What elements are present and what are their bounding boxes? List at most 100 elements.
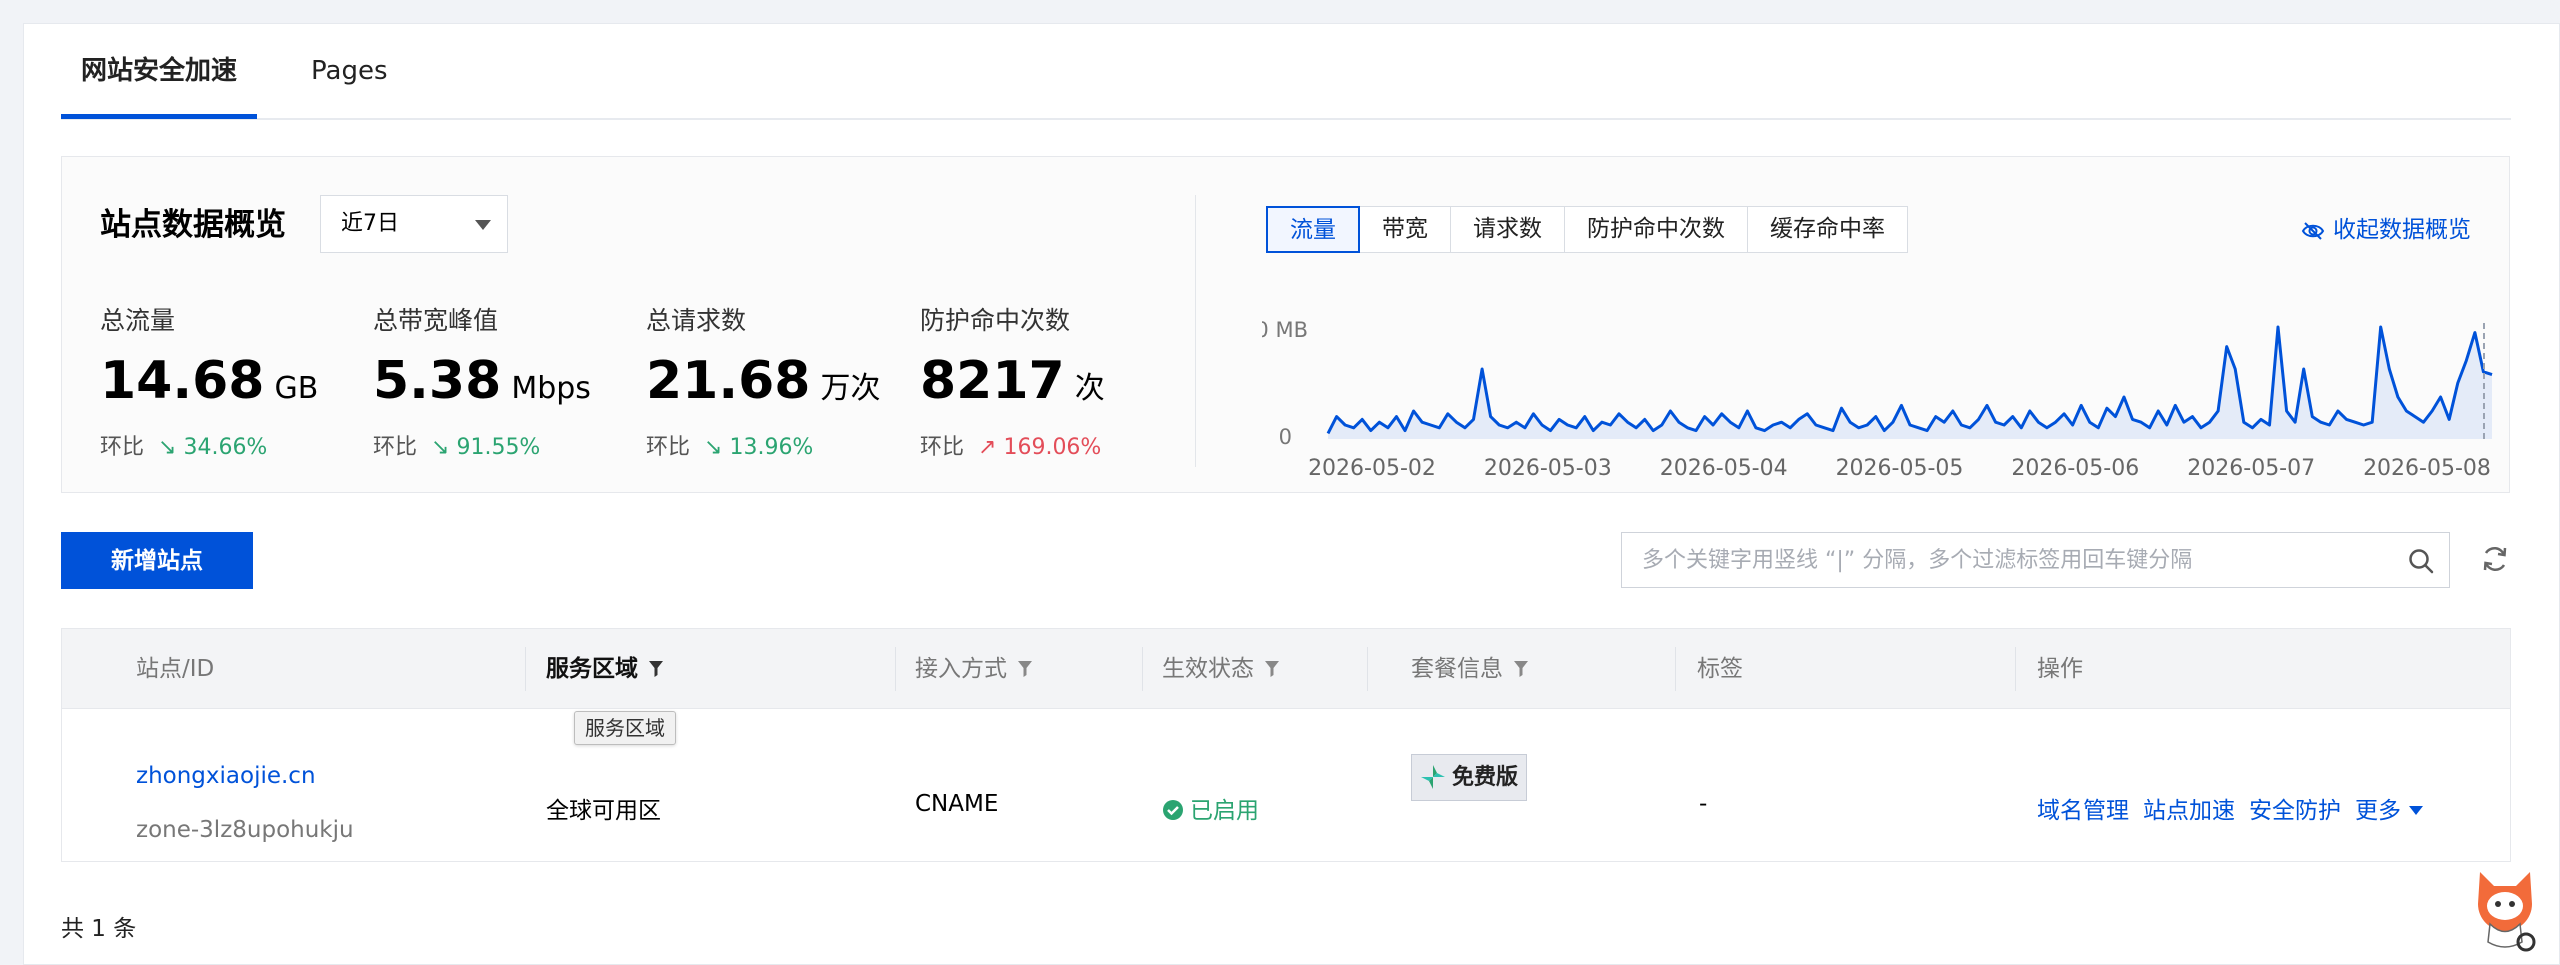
plan-badge: 免费版	[1411, 754, 1528, 801]
chart-tab-cache-hit-rate[interactable]: 缓存命中率	[1748, 206, 1908, 253]
metric-label: 总请求数	[646, 306, 747, 335]
filter-icon[interactable]	[648, 660, 664, 678]
access-method: CNAME	[915, 791, 999, 817]
metric-label: 总带宽峰值	[373, 306, 499, 335]
filter-icon[interactable]	[1017, 660, 1033, 678]
security-protection-link[interactable]: 安全防护	[2249, 791, 2341, 825]
metric-value: 21.68	[646, 351, 811, 411]
site-table: 站点/ID 服务区域 接入方式 生效状态 套餐信息 标签 操作 服务区域 zho…	[61, 628, 2511, 862]
search-input[interactable]	[1622, 533, 2449, 587]
domain-management-link[interactable]: 域名管理	[2037, 791, 2129, 825]
check-circle-icon	[1163, 800, 1183, 820]
metric-peak-bandwidth: 总带宽峰值 5.38 Mbps 环比 ↘ 91.55%	[373, 305, 591, 463]
metric-value: 14.68	[100, 351, 265, 411]
service-region: 全球可用区	[546, 798, 661, 824]
ratio-label: 环比	[920, 435, 965, 460]
traffic-series-line	[1326, 325, 2493, 435]
column-separator	[2015, 647, 2016, 691]
more-label: 更多	[2355, 798, 2401, 824]
metric-unit: Mbps	[511, 371, 591, 406]
tab-website-security[interactable]: 网站安全加速	[81, 52, 237, 118]
overview-title: 站点数据概览	[100, 207, 286, 243]
table-header: 站点/ID 服务区域 接入方式 生效状态 套餐信息 标签 操作	[62, 629, 2510, 709]
site-name-link[interactable]: zhongxiaojie.cn	[136, 763, 316, 789]
arrow-down-right-icon: ↘	[431, 435, 450, 460]
ratio-value: 13.96%	[729, 435, 814, 460]
column-separator	[1675, 647, 1676, 691]
top-tabs: 网站安全加速 Pages	[61, 24, 2511, 120]
overview-divider	[1195, 195, 1196, 467]
arrow-up-right-icon: ↗	[978, 435, 997, 460]
tab-pages[interactable]: Pages	[311, 52, 388, 118]
metric-value: 8217	[920, 351, 1065, 411]
active-tab-indicator	[61, 114, 257, 119]
ratio-label: 环比	[100, 435, 145, 460]
ratio-label: 环比	[646, 435, 691, 460]
chart-tab-protection-hits[interactable]: 防护命中次数	[1565, 206, 1748, 253]
assistant-mascot-icon[interactable]	[2470, 864, 2540, 954]
ratio-value: 169.06%	[1003, 435, 1102, 460]
region-tooltip: 服务区域	[574, 711, 676, 745]
x-tick-label: 2026-05-05	[1836, 456, 1964, 481]
y-tick-zero: 0	[1279, 425, 1292, 449]
caret-down-icon	[475, 220, 491, 230]
search-box	[1621, 532, 2450, 588]
arrow-down-right-icon: ↘	[158, 435, 177, 460]
chart-tab-bandwidth[interactable]: 带宽	[1360, 206, 1451, 253]
tag-value: -	[1699, 791, 1708, 817]
collapse-overview-link[interactable]: 收起数据概览	[2301, 215, 2471, 245]
time-range-select[interactable]: 近7日	[320, 195, 508, 253]
filter-icon[interactable]	[1513, 660, 1529, 678]
ratio-value: 34.66%	[183, 435, 268, 460]
ratio-value: 91.55%	[456, 435, 541, 460]
filter-icon[interactable]	[1264, 660, 1280, 678]
column-header-region[interactable]: 服务区域	[546, 629, 664, 709]
zone-id: zone-3lz8upohukju	[136, 817, 354, 843]
total-count: 共 1 条	[61, 916, 137, 942]
column-header-label: 接入方式	[915, 656, 1007, 682]
time-range-value: 近7日	[341, 211, 399, 236]
traffic-chart: 400 MB 0 2026-05-02 2026-05-03 2026-05-04 2…	[1262, 318, 2493, 481]
column-separator	[1367, 647, 1368, 691]
metric-unit: GB	[274, 371, 319, 406]
eye-off-icon	[2301, 222, 2325, 240]
column-header-tags: 标签	[1697, 656, 1743, 682]
column-separator	[1142, 647, 1143, 691]
arrow-down-right-icon: ↘	[704, 435, 723, 460]
refresh-icon[interactable]	[2480, 544, 2510, 574]
column-header-label: 生效状态	[1162, 656, 1254, 682]
add-site-button[interactable]: 新增站点	[61, 532, 253, 589]
x-tick-label: 2026-05-04	[1660, 456, 1788, 481]
edgeone-logo-icon	[1421, 765, 1445, 789]
column-header-label: 套餐信息	[1411, 656, 1503, 682]
page-container: 网站安全加速 Pages 站点数据概览 近7日 总流量 14.68 GB 环比 ↘ …	[23, 23, 2560, 965]
search-icon[interactable]	[2407, 547, 2435, 575]
plan-label: 免费版	[1452, 765, 1519, 790]
metric-total-requests: 总请求数 21.68 万次 环比 ↘ 13.96%	[646, 305, 880, 463]
more-actions-dropdown[interactable]: 更多	[2355, 791, 2423, 825]
x-tick-label: 2026-05-07	[2187, 456, 2315, 481]
metric-total-traffic: 总流量 14.68 GB 环比 ↘ 34.66%	[100, 305, 318, 463]
metric-value: 5.38	[373, 351, 502, 411]
x-tick-label: 2026-05-06	[2011, 456, 2139, 481]
column-separator	[525, 647, 526, 691]
metric-unit: 次	[1074, 371, 1105, 406]
data-overview-panel: 站点数据概览 近7日 总流量 14.68 GB 环比 ↘ 34.66% 总带宽峰值 …	[61, 156, 2510, 493]
column-separator	[895, 647, 896, 691]
chart-tab-traffic[interactable]: 流量	[1266, 206, 1360, 253]
caret-down-icon	[2409, 806, 2423, 815]
column-header-status[interactable]: 生效状态	[1162, 629, 1280, 709]
metric-unit: 万次	[820, 371, 881, 406]
column-header-access[interactable]: 接入方式	[915, 629, 1033, 709]
site-acceleration-link[interactable]: 站点加速	[2143, 791, 2235, 825]
ratio-label: 环比	[373, 435, 418, 460]
column-header-plan[interactable]: 套餐信息	[1411, 629, 1529, 709]
status-badge: 已启用	[1162, 791, 1259, 825]
chart-metric-tabs: 流量 带宽 请求数 防护命中次数 缓存命中率	[1266, 206, 1908, 253]
x-tick-label: 2026-05-08	[2363, 456, 2491, 481]
y-tick-max: 400 MB	[1262, 318, 1308, 342]
status-label: 已启用	[1190, 798, 1259, 824]
x-tick-label: 2026-05-02	[1308, 456, 1436, 481]
metric-label: 防护命中次数	[920, 306, 1071, 335]
chart-tab-requests[interactable]: 请求数	[1451, 206, 1565, 253]
